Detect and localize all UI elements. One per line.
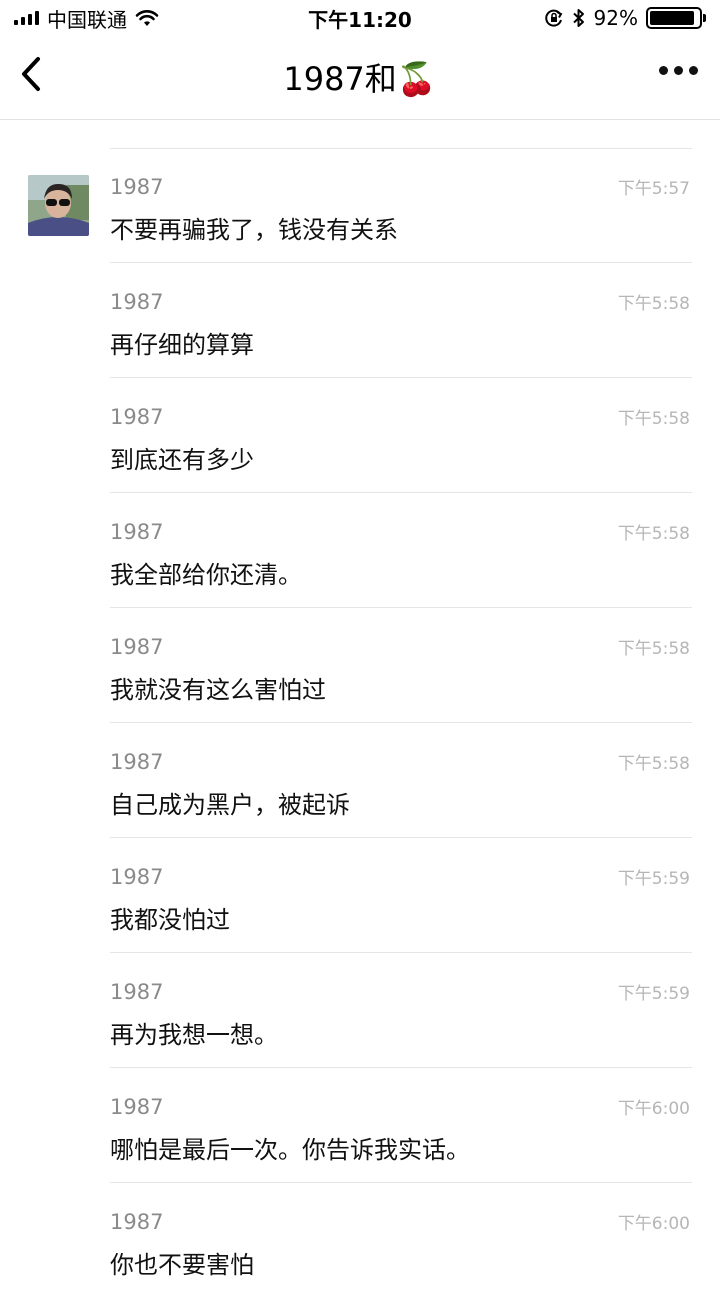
more-dots-icon[interactable] xyxy=(659,66,698,75)
message-text: 自己成为黑户，被起诉 xyxy=(110,791,350,819)
message-text: 不要再骗我了，钱没有关系 xyxy=(110,216,398,244)
message-sender: 1987 xyxy=(110,1095,164,1119)
message-text: 再为我想一想。 xyxy=(110,1021,278,1049)
wifi-icon xyxy=(135,10,159,26)
message-item[interactable]: 1987 下午5:58 再仔细的算算 xyxy=(0,263,720,378)
message-text: 到底还有多少 xyxy=(110,446,254,474)
message-time: 下午6:00 xyxy=(617,1099,690,1119)
message-time: 下午5:58 xyxy=(617,524,690,544)
chat-title: 1987和🍒 xyxy=(283,60,437,98)
message-item[interactable]: 1987 下午5:59 我都没怕过 xyxy=(0,838,720,953)
message-sender: 1987 xyxy=(110,980,164,1004)
battery-icon xyxy=(646,7,706,29)
message-list: 1987 下午5:57 不要再骗我了，钱没有关系 1987 下午5:58 再仔细… xyxy=(0,148,720,1298)
message-sender: 1987 xyxy=(110,520,164,544)
message-item[interactable]: 1987 下午5:58 到底还有多少 xyxy=(0,378,720,493)
message-time: 下午5:57 xyxy=(617,179,690,199)
signal-icon xyxy=(14,11,39,25)
message-item[interactable]: 1987 下午5:58 我就没有这么害怕过 xyxy=(0,608,720,723)
message-text: 再仔细的算算 xyxy=(110,331,254,359)
message-time: 下午5:59 xyxy=(617,869,690,889)
message-sender: 1987 xyxy=(110,1210,164,1234)
message-text: 我全部给你还清。 xyxy=(110,561,302,589)
message-time: 下午5:58 xyxy=(617,294,690,314)
message-sender: 1987 xyxy=(110,175,164,199)
rotation-lock-icon xyxy=(544,9,562,27)
message-sender: 1987 xyxy=(110,865,164,889)
message-item[interactable]: 1987 下午5:58 自己成为黑户，被起诉 xyxy=(0,723,720,838)
status-bar: 中国联通 下午11:20 92% xyxy=(0,0,720,36)
message-sender: 1987 xyxy=(110,290,164,314)
bluetooth-icon xyxy=(572,9,584,27)
message-item[interactable]: 1987 下午6:00 哪怕是最后一次。你告诉我实话。 xyxy=(0,1068,720,1183)
previous-message-clipped xyxy=(110,120,692,149)
status-left: 中国联通 xyxy=(14,4,159,33)
avatar[interactable] xyxy=(28,175,89,236)
message-sender: 1987 xyxy=(110,405,164,429)
message-sender: 1987 xyxy=(110,750,164,774)
message-item[interactable]: 1987 下午5:57 不要再骗我了，钱没有关系 xyxy=(0,148,720,263)
message-sender: 1987 xyxy=(110,635,164,659)
message-item[interactable]: 1987 下午6:00 你也不要害怕 xyxy=(0,1183,720,1298)
message-item[interactable]: 1987 下午5:58 我全部给你还清。 xyxy=(0,493,720,608)
message-text: 我都没怕过 xyxy=(110,906,230,934)
status-right: 92% xyxy=(544,6,706,30)
message-text: 你也不要害怕 xyxy=(110,1251,254,1279)
message-text: 我就没有这么害怕过 xyxy=(110,676,326,704)
message-time: 下午5:59 xyxy=(617,984,690,1004)
message-time: 下午5:58 xyxy=(617,409,690,429)
nav-bar: 1987和🍒 xyxy=(0,36,720,120)
message-time: 下午5:58 xyxy=(617,754,690,774)
carrier-name: 中国联通 xyxy=(47,7,127,32)
message-time: 下午5:58 xyxy=(617,639,690,659)
message-item[interactable]: 1987 下午5:59 再为我想一想。 xyxy=(0,953,720,1068)
message-text: 哪怕是最后一次。你告诉我实话。 xyxy=(110,1136,470,1164)
battery-percent: 92% xyxy=(593,6,638,30)
message-time: 下午6:00 xyxy=(617,1214,690,1234)
